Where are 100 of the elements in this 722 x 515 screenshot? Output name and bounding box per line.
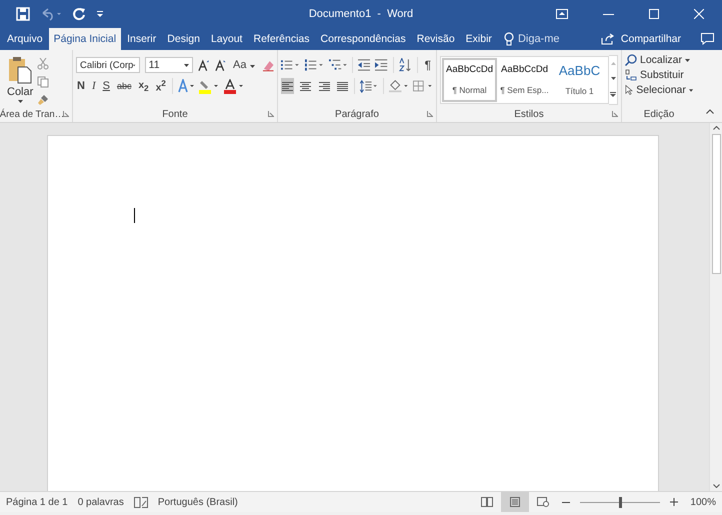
caret-icon: [133, 64, 136, 66]
font-color-icon[interactable]: [224, 78, 244, 94]
align-icon: [300, 82, 312, 90]
ribbon-tab[interactable]: Referências: [248, 28, 315, 50]
highlight-icon[interactable]: [198, 78, 219, 94]
style-preview: AaBbCcDd: [501, 64, 548, 76]
page-icon: [509, 497, 522, 507]
maximize-icon[interactable]: [649, 9, 659, 19]
search-icon: [625, 54, 637, 66]
dialog-launcher-icon[interactable]: [427, 111, 433, 117]
sort-icon[interactable]: [398, 58, 412, 72]
ribbon-tab[interactable]: Exibir: [460, 28, 497, 50]
redo-icon[interactable]: [72, 7, 86, 21]
numbering-icon[interactable]: [304, 59, 324, 71]
page-count[interactable]: Página 1 de 1: [6, 496, 68, 508]
format-button[interactable]: N: [76, 80, 86, 92]
multilevel-list-icon[interactable]: [328, 59, 348, 71]
word-count[interactable]: 0 palavras: [78, 496, 124, 508]
share-icon: [600, 33, 615, 45]
caret-icon: [250, 65, 255, 68]
font-name-field[interactable]: Calibri (Corp: [76, 57, 140, 73]
ribbon-tab[interactable]: Layout: [206, 28, 248, 50]
group-caption: Área de Tran…: [0, 108, 64, 120]
style-preview: AaBbCcDd: [446, 64, 493, 76]
view-button[interactable]: [501, 492, 530, 512]
text-effects-icon[interactable]: [178, 79, 194, 93]
brush-icon[interactable]: [37, 94, 50, 106]
align-icon: [337, 82, 348, 90]
style-name: ¶ Sem Esp...: [500, 84, 549, 95]
caret-icon: [685, 58, 690, 62]
ribbon-display-icon[interactable]: [556, 9, 568, 19]
web-page-icon: [537, 497, 550, 507]
group-caption: Edição: [644, 108, 674, 120]
ribbon-tab[interactable]: Página Inicial: [48, 28, 122, 50]
tell-me-field[interactable]: Diga-me: [518, 33, 578, 45]
caret-icon: [184, 64, 189, 66]
copy-icon[interactable]: [37, 76, 50, 88]
proofing-icon[interactable]: [134, 496, 148, 508]
line-spacing-icon[interactable]: [360, 80, 378, 92]
group-caption: Parágrafo: [335, 108, 379, 120]
group-caption: Fonte: [162, 108, 188, 120]
book-icon: [481, 497, 494, 507]
style-name: ¶ Normal: [452, 84, 487, 95]
ribbon-tab[interactable]: Revisão: [412, 28, 460, 50]
ribbon-tab[interactable]: Inserir: [122, 28, 162, 50]
scroll-up-icon[interactable]: [712, 126, 720, 130]
ribbon-tab[interactable]: Correspondências: [316, 28, 411, 50]
format-button[interactable]: x$^{2}$: [154, 78, 167, 94]
shading-icon[interactable]: [388, 79, 408, 93]
replace-icon: [625, 69, 637, 81]
close-icon[interactable]: [694, 9, 704, 19]
window-title: Documento1 - Word: [308, 8, 414, 20]
align-icon: [282, 82, 294, 90]
font-size-field[interactable]: 11: [144, 57, 193, 73]
share-button[interactable]: Compartilhar: [594, 28, 687, 50]
scroll-down-icon[interactable]: [712, 484, 720, 488]
comment-icon[interactable]: [701, 33, 714, 45]
save-icon[interactable]: [16, 7, 30, 21]
borders-icon[interactable]: [413, 80, 433, 92]
format-button[interactable]: S: [102, 80, 111, 92]
format-button[interactable]: abc: [116, 81, 132, 91]
dialog-launcher-icon[interactable]: [63, 111, 69, 117]
clear-formatting-icon[interactable]: [262, 58, 274, 72]
format-button[interactable]: x$_{2}$: [137, 80, 150, 92]
grow-font-icon[interactable]: [198, 59, 210, 71]
style-preview: AaBbC: [558, 63, 600, 78]
show-formatting-button[interactable]: ¶: [422, 58, 434, 72]
group-caption: Estilos: [514, 108, 544, 120]
zoom-in-button[interactable]: [670, 498, 678, 506]
shrink-font-icon[interactable]: [214, 59, 226, 71]
language-label[interactable]: Português (Brasil): [158, 496, 238, 508]
align-icon: [318, 82, 330, 90]
style-item[interactable]: AaBbCcDd ¶ Normal: [442, 58, 497, 102]
lightbulb-icon: [504, 32, 514, 46]
more-icon[interactable]: [610, 92, 616, 98]
ribbon-tab[interactable]: Arquivo: [2, 28, 48, 50]
customize-icon[interactable]: [96, 10, 104, 18]
bullets-icon[interactable]: [281, 59, 300, 71]
scissors-icon[interactable]: [37, 58, 50, 70]
text-cursor: [134, 208, 135, 223]
format-button[interactable]: I: [90, 80, 97, 92]
dialog-launcher-icon[interactable]: [268, 111, 274, 117]
find-button[interactable]: Localizar: [625, 53, 693, 67]
scroll-down-icon[interactable]: [610, 76, 616, 80]
dialog-launcher-icon[interactable]: [612, 111, 618, 117]
change-case-button[interactable]: Aa: [231, 59, 257, 71]
undo-icon[interactable]: [40, 7, 62, 21]
increase-indent-icon[interactable]: [375, 59, 388, 71]
caret-icon: [18, 100, 23, 103]
scrollbar[interactable]: [709, 123, 722, 491]
select-button[interactable]: Selecionar: [625, 83, 693, 97]
ribbon-tab[interactable]: Design: [162, 28, 205, 50]
collapse-ribbon-icon[interactable]: [706, 109, 714, 114]
zoom-level[interactable]: 100%: [690, 496, 716, 508]
replace-button[interactable]: Substituir: [625, 68, 693, 82]
decrease-indent-icon[interactable]: [358, 59, 370, 71]
cursor-icon: [625, 84, 634, 96]
paste-button[interactable]: Colar: [3, 54, 38, 105]
style-name: Título 1: [565, 86, 594, 96]
align-button[interactable]: [281, 78, 294, 94]
